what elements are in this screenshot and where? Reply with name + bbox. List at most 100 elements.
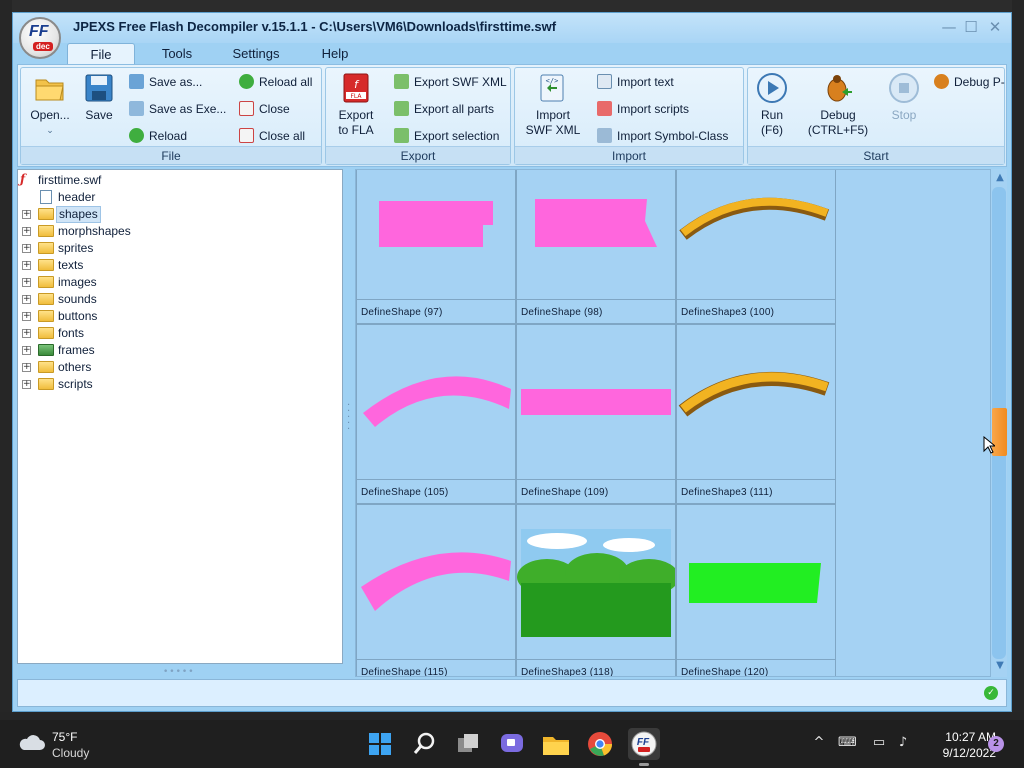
import-swf-xml-button[interactable]: </> Import SWF XML [521,72,585,138]
scroll-up-icon[interactable]: ▲ [993,171,1007,185]
export-group: f FLA Export to FLA Export SWF XML Export… [325,67,511,165]
tag-tree[interactable]: ƒ firsttime.swf header + shapes + morphs… [17,169,343,664]
expand-icon[interactable]: + [22,210,31,219]
weather-temperature[interactable]: 75°F [52,730,77,744]
teams-chat-button[interactable] [496,728,528,760]
tab-tools[interactable]: Tools [149,43,205,64]
clock-time[interactable]: 10:27 AM [920,730,996,744]
window-title: JPEXS Free Flash Decompiler v.15.1.1 - C… [73,19,557,34]
import-scripts-button[interactable]: Import scripts [597,99,689,119]
shape-cell[interactable]: DefineShape (98) [516,170,676,324]
tree-resize-grip[interactable]: ••••• [163,667,195,677]
reload-button[interactable]: Reload [129,126,187,146]
export-swf-xml-button[interactable]: Export SWF XML [394,72,507,92]
save-button[interactable]: Save [79,72,119,123]
chrome-button[interactable] [584,728,616,760]
tab-file[interactable]: File [67,43,135,64]
export-all-parts-button[interactable]: Export all parts [394,99,494,119]
shape-cell[interactable]: DefineShape (120) [676,504,836,676]
taskbar-search-button[interactable] [408,728,440,760]
start-button[interactable] [364,728,396,760]
export-selection-button[interactable]: Export selection [394,126,499,146]
expand-icon[interactable]: + [22,380,31,389]
expand-icon[interactable]: + [22,278,31,287]
expand-icon[interactable]: + [22,312,31,321]
export-to-fla-button[interactable]: f FLA Export to FLA [330,72,382,138]
folder-icon [38,327,54,339]
start-group-label: Start [748,146,1004,164]
clock-date[interactable]: 9/12/2022 [920,746,996,760]
taskbar: 75°F Cloudy FF ^ ⌨ ▭ ♪ 10:27 AM 9/12/202… [0,720,1024,768]
run-label-1: Run [760,108,783,122]
panel-splitter[interactable]: · · · · · [347,401,351,439]
tab-help[interactable]: Help [309,43,361,64]
network-icon[interactable]: ▭ [870,734,888,752]
import-text-button[interactable]: Import text [597,72,674,92]
volume-icon[interactable]: ♪ [894,734,912,752]
expand-icon[interactable]: + [22,329,31,338]
expand-icon[interactable]: + [22,244,31,253]
close-button[interactable]: Close [239,99,290,119]
notification-badge[interactable]: 2 [988,736,1004,752]
save-as-exe-button[interactable]: Save as Exe... [129,99,226,119]
import-group: </> Import SWF XML Import text Import sc… [514,67,744,165]
maximize-button[interactable]: ☐ [959,17,983,37]
cloud-icon[interactable] [18,734,46,752]
keyboard-icon[interactable]: ⌨ [838,734,857,752]
tree-item-label: images [58,275,97,289]
tree-item-label: frames [58,343,95,357]
title-bar[interactable]: JPEXS Free Flash Decompiler v.15.1.1 - C… [13,13,1011,43]
run-button[interactable]: Run (F6) [754,72,790,138]
debug-button[interactable]: Debug (CTRL+F5) [804,72,872,138]
ffdec-taskbar-button[interactable]: FF [628,728,660,766]
stop-button[interactable]: Stop [886,72,922,123]
save-as-exe-icon [129,101,144,116]
task-view-button[interactable] [452,728,484,760]
shape-caption: DefineShape3 (111) [677,479,835,503]
app-logo-text: FF [29,23,49,40]
start-group: Run (F6) Debug (CTRL+F5) Stop Debug P- S… [747,67,1005,165]
task-view-icon [458,734,478,752]
app-logo-subtext: dec [33,42,53,51]
expand-icon[interactable]: + [22,295,31,304]
shape-cell[interactable]: DefineShape (109) [516,324,676,504]
close-window-button[interactable]: ✕ [983,17,1007,37]
expand-icon[interactable]: + [22,363,31,372]
export-swf-xml-label: Export SWF XML [414,75,507,89]
save-as-icon [129,74,144,89]
shape-cell[interactable]: DefineShape (97) [356,170,516,324]
desktop-top-strip [0,0,1024,12]
save-as-exe-label: Save as Exe... [149,102,227,116]
tab-settings[interactable]: Settings [221,43,291,64]
expand-icon[interactable]: + [22,261,31,270]
import-symbol-class-button[interactable]: Import Symbol-Class [597,126,728,146]
folder-icon [38,242,54,254]
shape-cell[interactable]: DefineShape (115) [356,504,516,676]
tree-item-label: morphshapes [58,224,131,238]
debug-label-2: (CTRL+F5) [807,123,869,137]
export-all-parts-icon [394,101,409,116]
shape-cell[interactable]: DefineShape3 (118) [516,504,676,676]
shape-cell[interactable]: DefineShape3 (100) [676,170,836,324]
shape-cell[interactable]: DefineShape3 (111) [676,324,836,504]
app-logo-icon[interactable]: FF dec [19,17,61,59]
folder-icon [38,225,54,237]
expand-icon[interactable]: + [22,346,31,355]
expand-icon[interactable]: + [22,227,31,236]
open-button[interactable]: Open... ⌄ [25,72,75,138]
scroll-down-icon[interactable]: ▼ [993,659,1007,673]
weather-condition[interactable]: Cloudy [52,746,89,760]
minimize-button[interactable]: — [937,17,961,37]
shape-cell[interactable]: DefineShape (105) [356,324,516,504]
chevron-up-icon[interactable]: ^ [810,734,828,752]
reload-all-button[interactable]: Reload all [239,72,312,92]
export-swf-xml-icon [394,74,409,89]
shape-preview-grid[interactable]: DefineShape (97) DefineShape (98) Define… [355,169,991,677]
vertical-scrollbar[interactable]: ▲ ▼ [991,169,1007,677]
save-as-button[interactable]: Save as... [129,72,202,92]
file-explorer-button[interactable] [540,728,572,760]
debug-p-button[interactable]: Debug P- [934,72,1005,92]
bug-icon [827,75,852,102]
close-all-button[interactable]: Close all [239,126,305,146]
close-all-label: Close all [259,129,306,143]
